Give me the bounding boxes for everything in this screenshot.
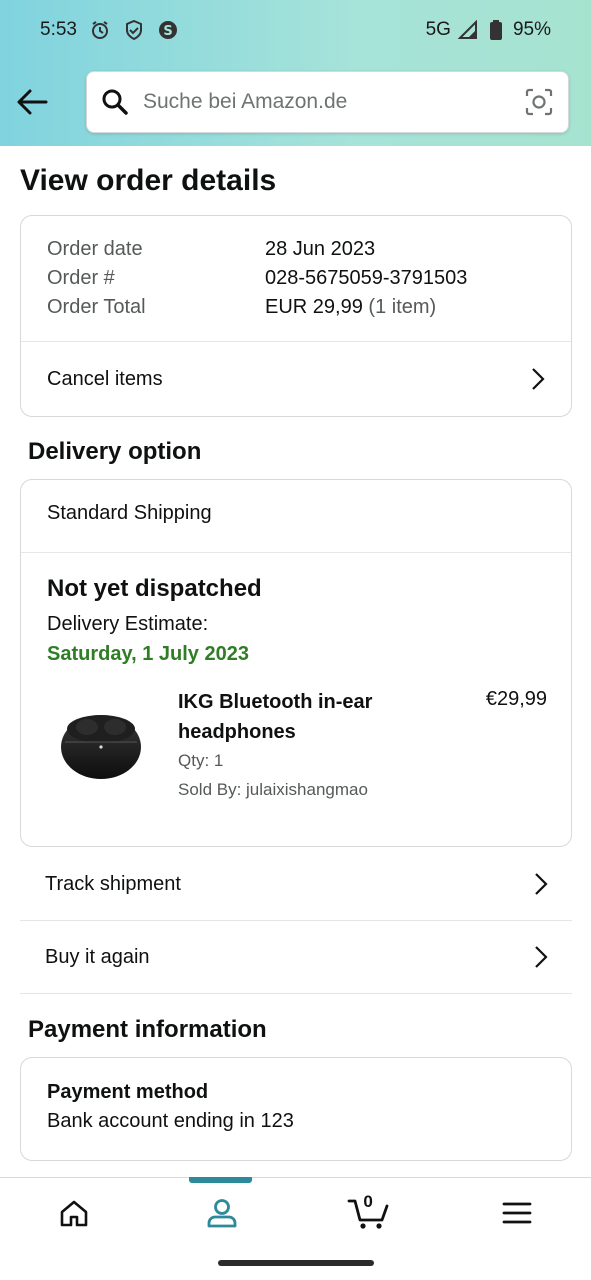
delivery-estimate-label: Delivery Estimate: <box>47 613 209 635</box>
shipping-method: Standard Shipping <box>47 502 212 524</box>
status-time: 5:53 <box>40 19 77 40</box>
track-shipment-label: Track shipment <box>45 872 181 895</box>
delivery-estimate-date: Saturday, 1 July 2023 <box>47 643 249 665</box>
back-button[interactable] <box>14 84 50 120</box>
alarm-icon <box>89 19 111 41</box>
payment-method-label: Payment method <box>47 1081 209 1103</box>
bottom-nav: 0 <box>0 1177 591 1247</box>
battery-icon <box>485 19 507 41</box>
order-summary-card: Order date 28 Jun 2023 Order # 028-56750… <box>20 215 572 417</box>
user-icon <box>207 1198 237 1227</box>
order-total-label: Order Total <box>47 296 146 318</box>
payment-heading: Payment information <box>28 1016 267 1043</box>
cancel-items-label: Cancel items <box>47 367 163 390</box>
payment-method-value: Bank account ending in 123 <box>47 1110 294 1132</box>
product-seller: Sold By: julaixishangmao <box>178 780 368 799</box>
track-shipment-row[interactable]: Track shipment <box>20 848 572 921</box>
signal-icon <box>457 19 479 41</box>
nav-cart[interactable]: 0 <box>329 1178 409 1248</box>
divider <box>21 552 571 553</box>
chevron-right-icon <box>535 873 548 895</box>
order-item-count: (1 item) <box>368 296 437 318</box>
product-qty: Qty: 1 <box>178 751 224 770</box>
cancel-items-row[interactable]: Cancel items <box>21 342 571 416</box>
page-title: View order details <box>20 164 277 197</box>
network-label: 5G <box>425 19 451 40</box>
status-bar: 5:53 S 5G 95% <box>0 0 591 60</box>
order-total-amount: EUR 29,99 <box>265 296 363 318</box>
nav-home[interactable] <box>34 1178 114 1248</box>
chevron-right-icon <box>532 368 545 390</box>
arrow-left-icon <box>17 89 48 115</box>
shield-icon <box>123 19 145 41</box>
payment-card: Payment method Bank account ending in 12… <box>20 1057 572 1161</box>
search-icon <box>102 89 128 115</box>
svg-text:S: S <box>163 24 172 39</box>
chevron-right-icon <box>535 946 548 968</box>
gesture-bar[interactable] <box>218 1260 374 1266</box>
delivery-heading: Delivery option <box>28 438 202 465</box>
delivery-card: Standard Shipping Not yet dispatched Del… <box>20 479 572 847</box>
home-icon <box>60 1200 88 1226</box>
dispatch-status: Not yet dispatched <box>47 575 262 602</box>
order-date-label: Order date <box>47 238 143 260</box>
buy-again-label: Buy it again <box>45 945 150 968</box>
order-date-value: 28 Jun 2023 <box>265 238 376 260</box>
camera-search-icon[interactable] <box>524 87 554 117</box>
order-total-value: EUR 29,99 (1 item) <box>265 296 436 319</box>
menu-icon <box>502 1202 532 1223</box>
buy-again-row[interactable]: Buy it again <box>20 921 572 994</box>
product-price: €29,99 <box>485 688 547 710</box>
nav-menu[interactable] <box>477 1178 557 1248</box>
nav-account[interactable] <box>182 1178 262 1248</box>
product-image[interactable] <box>57 702 145 782</box>
cart-count: 0 <box>363 1191 373 1211</box>
order-number-label: Order # <box>47 267 115 289</box>
product-title[interactable]: IKG Bluetooth in-ear headphones <box>178 687 438 747</box>
search-input[interactable] <box>143 90 524 114</box>
battery-level: 95% <box>512 19 551 40</box>
app-s-icon: S <box>157 19 179 41</box>
search-bar[interactable] <box>86 71 569 133</box>
order-number-value: 028-5675059-3791503 <box>265 267 468 289</box>
